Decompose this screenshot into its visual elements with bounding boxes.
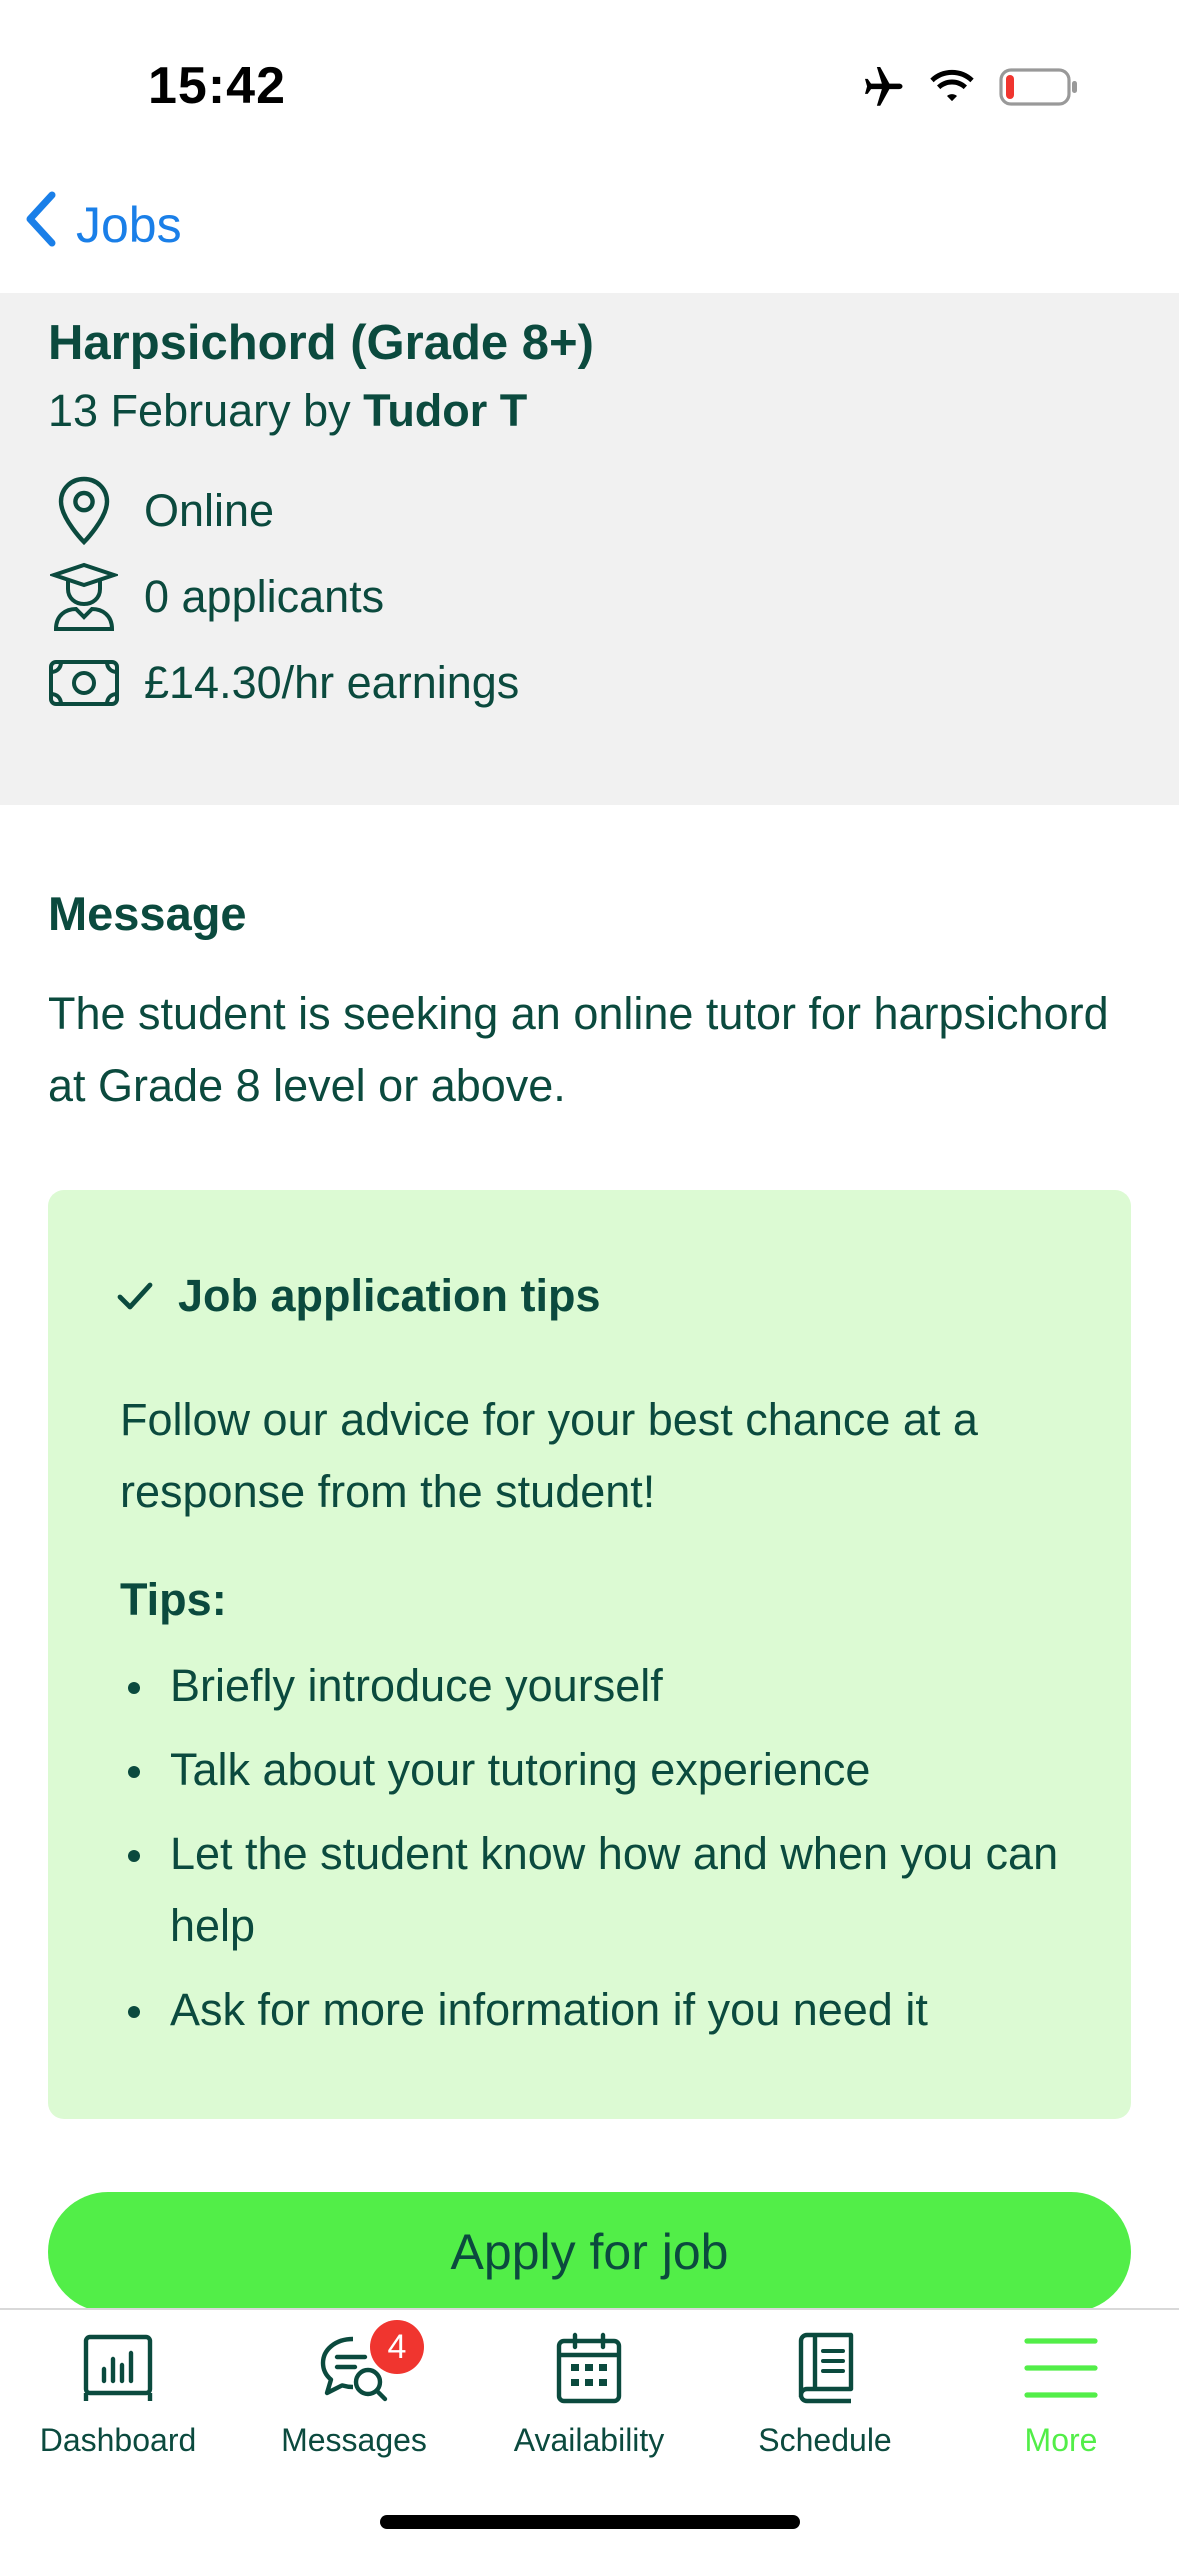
tab-label: Schedule <box>758 2422 892 2458</box>
job-author: Tudor T <box>363 385 528 436</box>
cash-icon <box>48 647 120 719</box>
tab-availability[interactable]: Availability <box>471 2310 707 2460</box>
back-button[interactable]: Jobs <box>24 190 182 260</box>
messages-icon: 4 <box>314 2320 424 2408</box>
book-icon <box>785 2328 865 2408</box>
tips-card: Job application tips Follow our advice f… <box>48 1190 1131 2119</box>
tab-schedule[interactable]: Schedule <box>707 2310 943 2460</box>
detail-location-text: Online <box>144 485 275 536</box>
messages-badge: 4 <box>370 2320 424 2374</box>
list-item: Let the student know how and when you ca… <box>120 1818 1080 1962</box>
job-summary-panel: Harpsichord (Grade 8+) 13 February by Tu… <box>0 293 1179 805</box>
job-meta: 13 February by Tudor T <box>48 385 527 437</box>
tab-label: More <box>1024 2422 1098 2458</box>
tab-more[interactable]: More <box>943 2310 1179 2460</box>
tips-list: Briefly introduce yourself Talk about yo… <box>120 1650 1080 2058</box>
checkmark-icon <box>116 1270 154 1322</box>
tab-dashboard[interactable]: Dashboard <box>0 2310 236 2460</box>
detail-earnings-text: £14.30/hr earnings <box>144 657 520 708</box>
tips-label: Tips: <box>120 1574 227 1625</box>
job-title: Harpsichord (Grade 8+) <box>48 316 594 370</box>
tab-label: Availability <box>513 2422 665 2458</box>
battery-icon <box>999 67 1079 107</box>
detail-applicants: 0 applicants <box>48 557 384 637</box>
message-body: The student is seeking an online tutor f… <box>48 988 1109 1111</box>
dashboard-icon <box>78 2328 158 2408</box>
detail-earnings: £14.30/hr earnings <box>48 643 519 723</box>
home-indicator <box>380 2515 800 2529</box>
airplane-icon <box>855 64 905 110</box>
list-item: Ask for more information if you need it <box>120 1974 1080 2046</box>
list-item: Briefly introduce yourself <box>120 1650 1080 1722</box>
message-heading: Message <box>48 887 247 940</box>
status-time: 15:42 <box>148 57 286 115</box>
location-pin-icon <box>48 475 120 547</box>
back-label: Jobs <box>76 197 182 253</box>
menu-icon <box>1021 2328 1101 2408</box>
tab-label: Messages <box>281 2422 427 2458</box>
status-icons <box>855 64 1079 110</box>
job-date: 13 February by <box>48 385 351 436</box>
detail-location: Online <box>48 471 274 551</box>
status-bar: 15:42 <box>0 0 1179 175</box>
tips-intro: Follow our advice for your best chance a… <box>120 1394 978 1517</box>
tips-header[interactable]: Job application tips <box>116 1270 601 1322</box>
tab-messages[interactable]: 4 Messages <box>236 2310 472 2460</box>
detail-applicants-text: 0 applicants <box>144 571 385 622</box>
calendar-icon <box>549 2328 629 2408</box>
student-icon <box>48 561 120 633</box>
tab-label: Dashboard <box>39 2422 197 2458</box>
chevron-left-icon <box>24 191 58 259</box>
wifi-icon <box>927 67 977 107</box>
apply-for-job-button[interactable]: Apply for job <box>48 2192 1131 2312</box>
tips-heading: Job application tips <box>178 1270 601 1321</box>
list-item: Talk about your tutoring experience <box>120 1734 1080 1806</box>
